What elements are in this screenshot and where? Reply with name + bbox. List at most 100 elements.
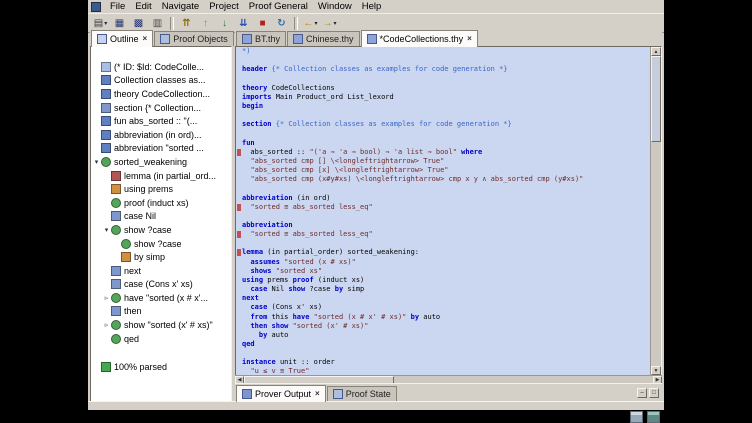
- code-line[interactable]: abbreviation (in ord): [236, 194, 651, 203]
- restart-button[interactable]: ↻: [273, 16, 290, 31]
- editor-tab-bt-thy[interactable]: BT.thy: [236, 31, 286, 46]
- outline-item-next[interactable]: next: [91, 264, 231, 278]
- menu-item-proof-general[interactable]: Proof General: [244, 0, 313, 13]
- code-line[interactable]: by auto: [236, 331, 651, 340]
- back-button[interactable]: ←▾: [302, 16, 319, 31]
- code-line[interactable]: fun: [236, 139, 651, 148]
- code-line[interactable]: case Nil show ?case by simp: [236, 285, 651, 294]
- dropdown-arrow-icon[interactable]: ▾: [333, 20, 336, 27]
- code-editor[interactable]: *) header {* Collection classes as exampl…: [235, 46, 662, 376]
- menu-item-file[interactable]: File: [105, 0, 130, 13]
- print-button[interactable]: ▥: [149, 16, 166, 31]
- code-line[interactable]: next: [236, 294, 651, 303]
- outline-item-section-collection[interactable]: section {* Collection...: [91, 101, 231, 115]
- window-menu-icon[interactable]: [91, 2, 101, 12]
- code-line[interactable]: qed: [236, 340, 651, 349]
- next-step-button[interactable]: ↓: [216, 16, 233, 31]
- outline-item-lemma-in-partial-ord[interactable]: lemma (in partial_ord...: [91, 169, 231, 183]
- forward-button[interactable]: →▾: [321, 16, 338, 31]
- outline-item-abbreviation-sorted[interactable]: abbreviation "sorted ...: [91, 142, 231, 156]
- vertical-scrollbar-thumb[interactable]: [651, 56, 661, 142]
- outline-tab-outline[interactable]: Outline×: [91, 30, 153, 47]
- bottom-tab-proof-state[interactable]: Proof State: [327, 386, 397, 401]
- code-line[interactable]: abbreviation: [236, 221, 651, 230]
- menu-item-window[interactable]: Window: [313, 0, 357, 13]
- save-all-button[interactable]: ▩: [130, 16, 147, 31]
- code-line[interactable]: "sorted ≡ abs_sorted less_eq": [236, 203, 651, 212]
- code-line[interactable]: lemma (in partial_order) sorted_weakenin…: [236, 248, 651, 257]
- outline-item-sorted-weakening[interactable]: ▾sorted_weakening: [91, 155, 231, 169]
- outline-item-collection-classes-as[interactable]: Collection classes as...: [91, 74, 231, 88]
- code-line[interactable]: "abs_sorted cmp (x#y#xs) \<longleftright…: [236, 175, 651, 184]
- vertical-scrollbar[interactable]: ▲ ▼: [650, 47, 661, 375]
- menu-item-project[interactable]: Project: [204, 0, 244, 13]
- code-line[interactable]: [236, 239, 651, 248]
- outline-item-have-sorted-x-x[interactable]: ▹have "sorted (x # x'...: [91, 291, 231, 305]
- code-line[interactable]: then show "sorted (x' # xs)": [236, 322, 651, 331]
- code-line[interactable]: "abs_sorted cmp [x] \<longleftrightarrow…: [236, 166, 651, 175]
- expand-arrow-icon[interactable]: ▹: [102, 321, 111, 329]
- menu-item-help[interactable]: Help: [357, 0, 387, 13]
- outline-tab-proof-objects[interactable]: Proof Objects: [154, 31, 234, 46]
- outline-item-qed[interactable]: qed: [91, 332, 231, 346]
- taskbar-window-icon-1[interactable]: [630, 411, 643, 423]
- outline-item-theory-codecollection[interactable]: theory CodeCollection...: [91, 87, 231, 101]
- outline-item-show-case[interactable]: show ?case: [91, 237, 231, 251]
- undo-step-button[interactable]: ↑: [197, 16, 214, 31]
- outline-item-by-simp[interactable]: by simp: [91, 250, 231, 264]
- outline-item-case-cons-x-xs[interactable]: case (Cons x' xs): [91, 278, 231, 292]
- code-line[interactable]: [236, 212, 651, 221]
- code-line[interactable]: [236, 74, 651, 83]
- editor-content[interactable]: *) header {* Collection classes as exampl…: [236, 47, 651, 375]
- close-icon[interactable]: ×: [467, 34, 472, 43]
- code-line[interactable]: abs_sorted :: "('a ⇒ 'a ⇒ bool) ⇒ 'a lis…: [236, 148, 651, 157]
- code-line[interactable]: from this have "sorted (x # x' # xs)" by…: [236, 313, 651, 322]
- outline-item-100-parsed[interactable]: 100% parsed: [91, 360, 231, 374]
- code-line[interactable]: begin: [236, 102, 651, 111]
- outline-item-proof-induct-xs[interactable]: proof (induct xs): [91, 196, 231, 210]
- dropdown-arrow-icon[interactable]: ▾: [104, 20, 107, 27]
- goto-end-button[interactable]: ⇊: [235, 16, 252, 31]
- code-line[interactable]: using prems proof (induct xs): [236, 276, 651, 285]
- outline-item-show-case[interactable]: ▾show ?case: [91, 223, 231, 237]
- code-line[interactable]: [236, 111, 651, 120]
- outline-tree[interactable]: (* ID: $Id: CodeColle...Collection class…: [90, 46, 232, 402]
- code-line[interactable]: theory CodeCollections: [236, 84, 651, 93]
- expand-arrow-icon[interactable]: ▹: [102, 294, 111, 302]
- new-wizard-button[interactable]: ▤▾: [92, 16, 109, 31]
- maximize-view-button[interactable]: □: [649, 388, 659, 398]
- code-line[interactable]: [236, 349, 651, 358]
- outline-item-using-prems[interactable]: using prems: [91, 182, 231, 196]
- code-line[interactable]: "abs_sorted cmp [] \<longleftrightarrow>…: [236, 157, 651, 166]
- code-line[interactable]: "u ≤ v ≡ True": [236, 367, 651, 375]
- code-line[interactable]: [236, 184, 651, 193]
- menu-item-edit[interactable]: Edit: [130, 0, 156, 13]
- code-line[interactable]: case (Cons x' xs): [236, 303, 651, 312]
- collapse-arrow-icon[interactable]: ▾: [102, 226, 111, 234]
- code-line[interactable]: [236, 129, 651, 138]
- outline-item-case-nil[interactable]: case Nil: [91, 210, 231, 224]
- code-line[interactable]: "sorted ≡ abs_sorted less_eq": [236, 230, 651, 239]
- outline-item-id-id-codecolle[interactable]: (* ID: $Id: CodeColle...: [91, 60, 231, 74]
- collapse-arrow-icon[interactable]: ▾: [92, 158, 101, 166]
- code-line[interactable]: imports Main Product_ord List_lexord: [236, 93, 651, 102]
- close-icon[interactable]: ×: [143, 34, 148, 43]
- minimize-view-button[interactable]: –: [637, 388, 647, 398]
- editor-tab-chinese-thy[interactable]: Chinese.thy: [287, 31, 360, 46]
- scroll-down-button[interactable]: ▼: [651, 366, 661, 375]
- goto-start-button[interactable]: ⇈: [178, 16, 195, 31]
- code-line[interactable]: [236, 56, 651, 65]
- scroll-up-button[interactable]: ▲: [651, 47, 661, 56]
- outline-item-show-sorted-x-xs[interactable]: ▹show "sorted (x' # xs)": [91, 318, 231, 332]
- editor-tab-codecollections-thy[interactable]: *CodeCollections.thy×: [361, 30, 478, 47]
- outline-item-abbreviation-in-ord[interactable]: abbreviation (in ord)...: [91, 128, 231, 142]
- close-icon[interactable]: ×: [315, 389, 320, 398]
- outline-item-then[interactable]: then: [91, 305, 231, 319]
- outline-item-fun-abs-sorted[interactable]: fun abs_sorted :: "(...: [91, 114, 231, 128]
- code-line[interactable]: header {* Collection classes as examples…: [236, 65, 651, 74]
- code-line[interactable]: section {* Collection classes as example…: [236, 120, 651, 129]
- code-line[interactable]: assumes "sorted (x # xs)": [236, 258, 651, 267]
- menu-item-navigate[interactable]: Navigate: [157, 0, 205, 13]
- code-line[interactable]: shows "sorted xs": [236, 267, 651, 276]
- code-line[interactable]: *): [236, 47, 651, 56]
